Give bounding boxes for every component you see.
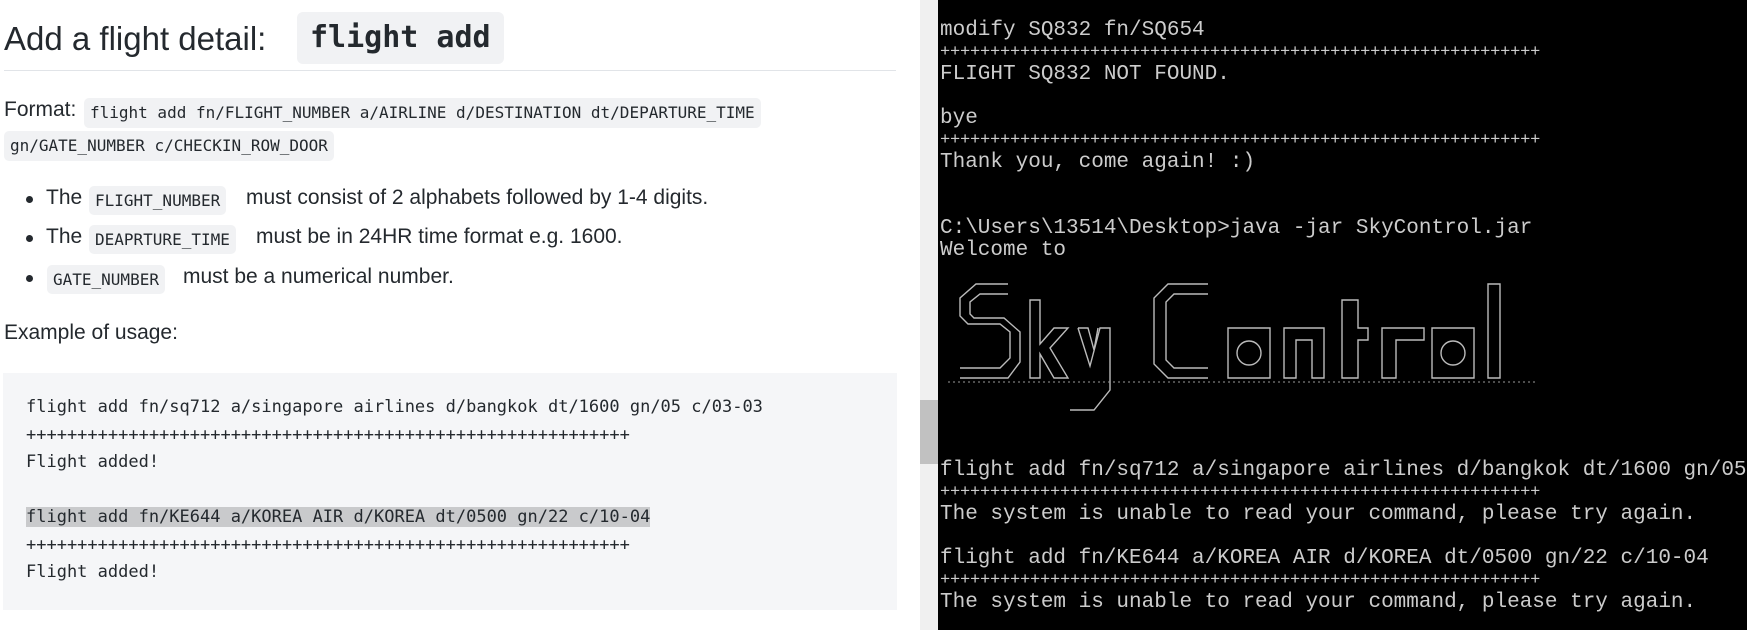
documentation-pane: Add a flight detail: flight add Format: … xyxy=(0,0,920,630)
format-label: Format: xyxy=(4,98,77,121)
skycontrol-ascii-banner xyxy=(948,283,1538,411)
scrollbar-track[interactable] xyxy=(920,0,938,630)
terminal-line: The system is unable to read your comman… xyxy=(940,503,1697,526)
code-line: Flight added! xyxy=(26,562,160,582)
terminal-line: flight add fn/KE644 a/KOREA AIR d/KOREA … xyxy=(940,547,1709,570)
code-line: ++++++++++++++++++++++++++++++++++++++++… xyxy=(26,535,630,555)
rule-code: GATE_NUMBER xyxy=(47,265,165,294)
rule-text: must be a numerical number. xyxy=(183,265,454,288)
terminal-separator: ++++++++++++++++++++++++++++++++++++++++… xyxy=(940,43,1541,62)
terminal-separator: ++++++++++++++++++++++++++++++++++++++++… xyxy=(940,483,1541,502)
terminal-line: Welcome to xyxy=(940,239,1067,262)
terminal-line: modify SQ832 fn/SQ654 xyxy=(940,19,1205,42)
format-code-line-1: flight add fn/FLIGHT_NUMBER a/AIRLINE d/… xyxy=(84,98,761,128)
rule-text: must consist of 2 alphabets followed by … xyxy=(246,186,709,209)
code-line: Flight added! xyxy=(26,452,160,472)
section-heading: Add a flight detail: flight add xyxy=(4,12,896,71)
format-code-line-2: gn/GATE_NUMBER c/CHECKIN_ROW_DOOR xyxy=(4,131,334,161)
terminal-separator: ++++++++++++++++++++++++++++++++++++++++… xyxy=(940,131,1541,150)
rule-text: must be in 24HR time format e.g. 1600. xyxy=(256,225,623,248)
terminal-line: FLIGHT SQ832 NOT FOUND. xyxy=(940,63,1230,86)
terminal-line: The system is unable to read your comman… xyxy=(940,591,1697,614)
example-label: Example of usage: xyxy=(4,321,178,344)
example-code-block[interactable]: flight add fn/sq712 a/singapore airlines… xyxy=(3,373,897,610)
bullet-dot xyxy=(26,196,33,203)
rule-code: FLIGHT_NUMBER xyxy=(89,186,227,215)
code-line: ++++++++++++++++++++++++++++++++++++++++… xyxy=(26,425,630,445)
terminal-line: Thank you, come again! :) xyxy=(940,151,1256,174)
terminal-line: C:\Users\13514\Desktop>java -jar SkyCont… xyxy=(940,217,1533,240)
rule-code: DEAPRTURE_TIME xyxy=(89,225,236,254)
terminal-line: bye xyxy=(940,107,978,130)
rule-prefix: The xyxy=(46,186,83,209)
code-line: flight add fn/sq712 a/singapore airlines… xyxy=(26,397,763,417)
bullet-dot xyxy=(26,235,33,242)
rule-prefix: The xyxy=(46,225,83,248)
bullet-dot xyxy=(26,275,33,282)
terminal-separator: ++++++++++++++++++++++++++++++++++++++++… xyxy=(940,571,1541,590)
scrollbar-thumb[interactable] xyxy=(920,400,938,464)
terminal-window[interactable]: modify SQ832 fn/SQ654 ++++++++++++++++++… xyxy=(938,0,1747,630)
code-line-selected: flight add fn/KE644 a/KOREA AIR d/KOREA … xyxy=(26,507,651,527)
terminal-line: flight add fn/sq712 a/singapore airlines… xyxy=(940,459,1747,482)
heading-command-code: flight add xyxy=(297,12,504,64)
heading-text: Add a flight detail: xyxy=(4,20,267,57)
